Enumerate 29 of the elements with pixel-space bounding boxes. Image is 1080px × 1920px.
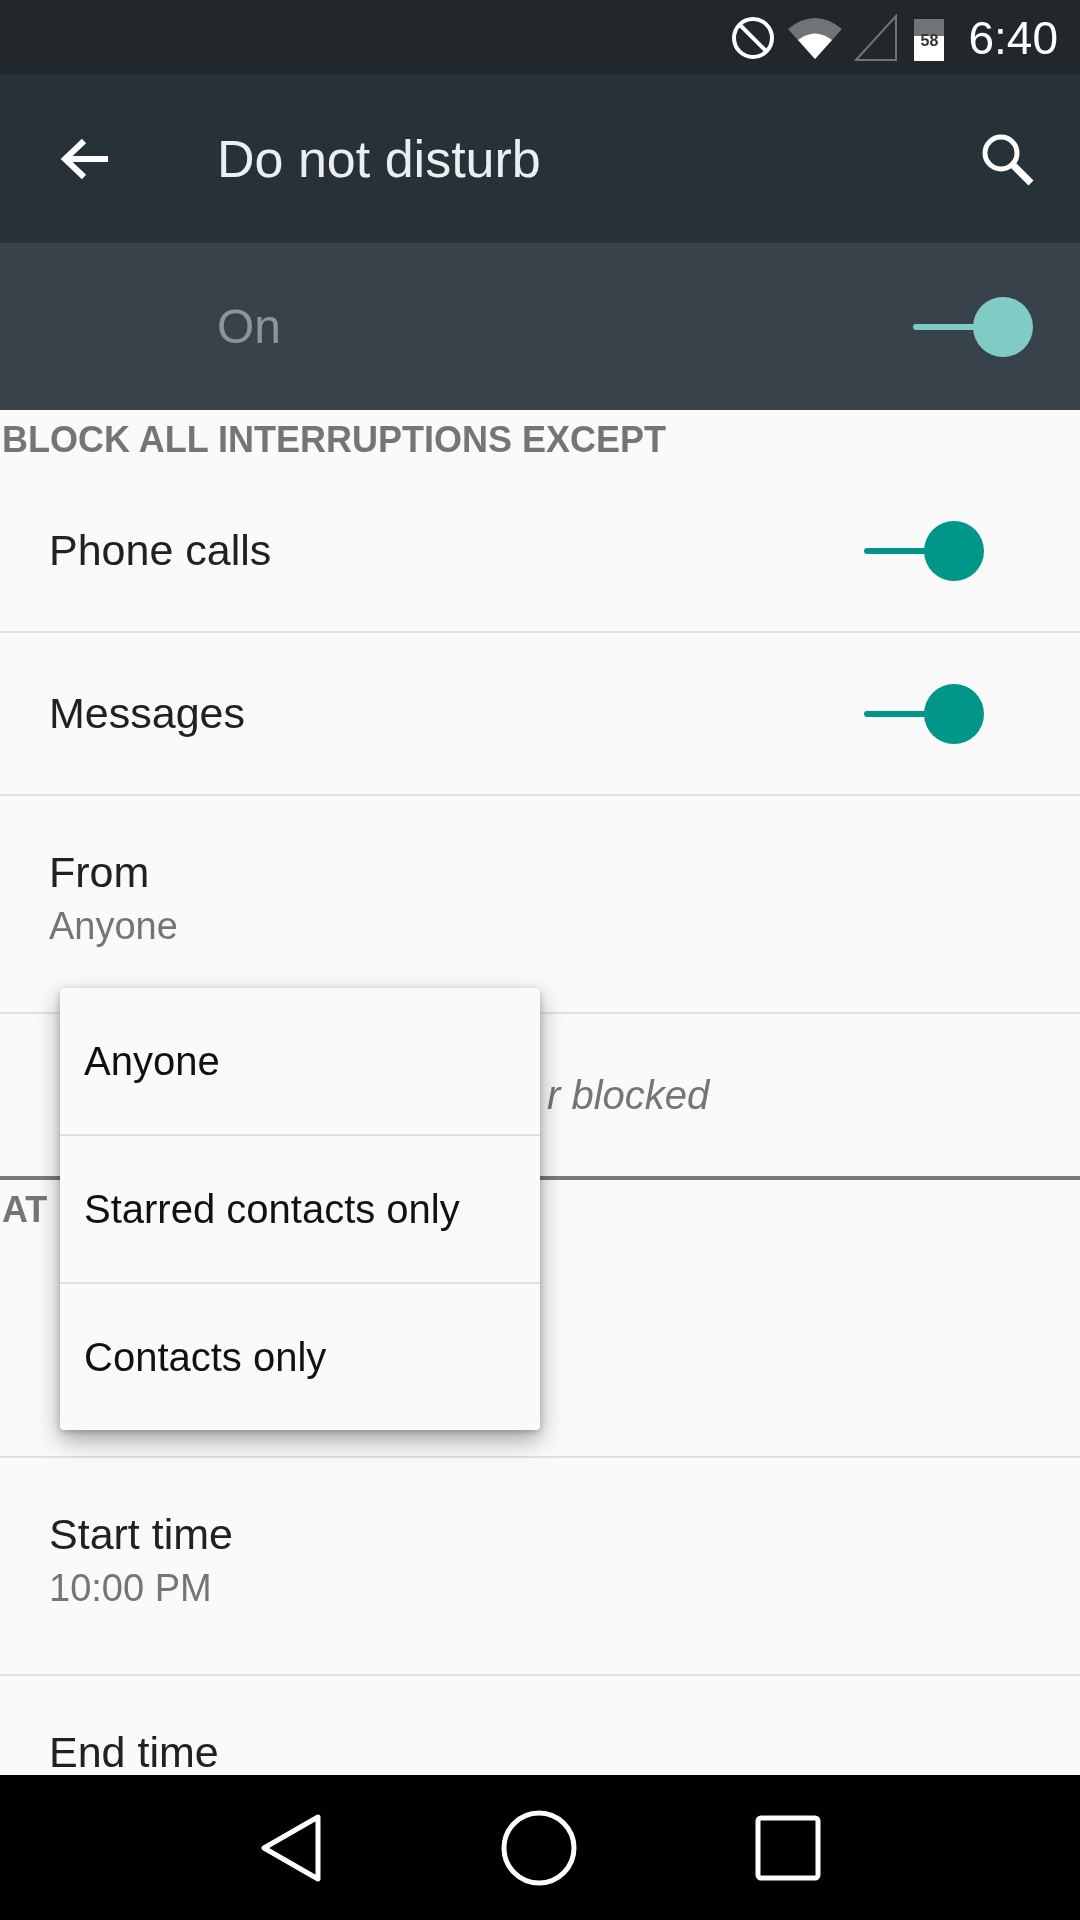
back-icon[interactable]	[258, 1812, 324, 1883]
recents-icon[interactable]	[754, 1813, 822, 1882]
do-not-disturb-icon	[730, 14, 777, 61]
setting-row[interactable]: Messages	[0, 633, 1080, 796]
menu-item[interactable]: Contacts only	[60, 1284, 540, 1430]
master-switch-label: On	[217, 299, 282, 354]
setting-value: Anyone	[49, 905, 178, 948]
signal-icon	[854, 13, 899, 62]
toggle-switch[interactable]	[864, 519, 984, 582]
toggle-switch[interactable]	[864, 682, 984, 745]
master-switch[interactable]	[913, 295, 1033, 358]
menu-item[interactable]: Anyone	[60, 988, 540, 1136]
battery-level: 58	[920, 31, 939, 50]
screen-title: Do not disturb	[217, 129, 541, 189]
back-arrow-icon[interactable]	[60, 137, 110, 181]
setting-title: Phone calls	[49, 526, 272, 575]
setting-title: From	[49, 848, 150, 897]
note-text: r blocked	[547, 1072, 710, 1118]
setting-row[interactable]: Phone calls	[0, 470, 1080, 633]
menu-item[interactable]: Starred contacts only	[60, 1136, 540, 1284]
setting-title: Start time	[49, 1510, 233, 1559]
clock: 6:40	[968, 10, 1058, 65]
setting-row[interactable]: Start time 10:00 PM	[0, 1458, 1080, 1676]
section-header: AT	[1, 1188, 48, 1232]
setting-title: End time	[49, 1728, 219, 1775]
setting-value: 10:00 PM	[49, 1567, 212, 1610]
home-icon[interactable]	[500, 1808, 578, 1887]
section-header: BLOCK ALL INTERRUPTIONS EXCEPT	[1, 418, 667, 462]
setting-title: Messages	[49, 689, 245, 738]
